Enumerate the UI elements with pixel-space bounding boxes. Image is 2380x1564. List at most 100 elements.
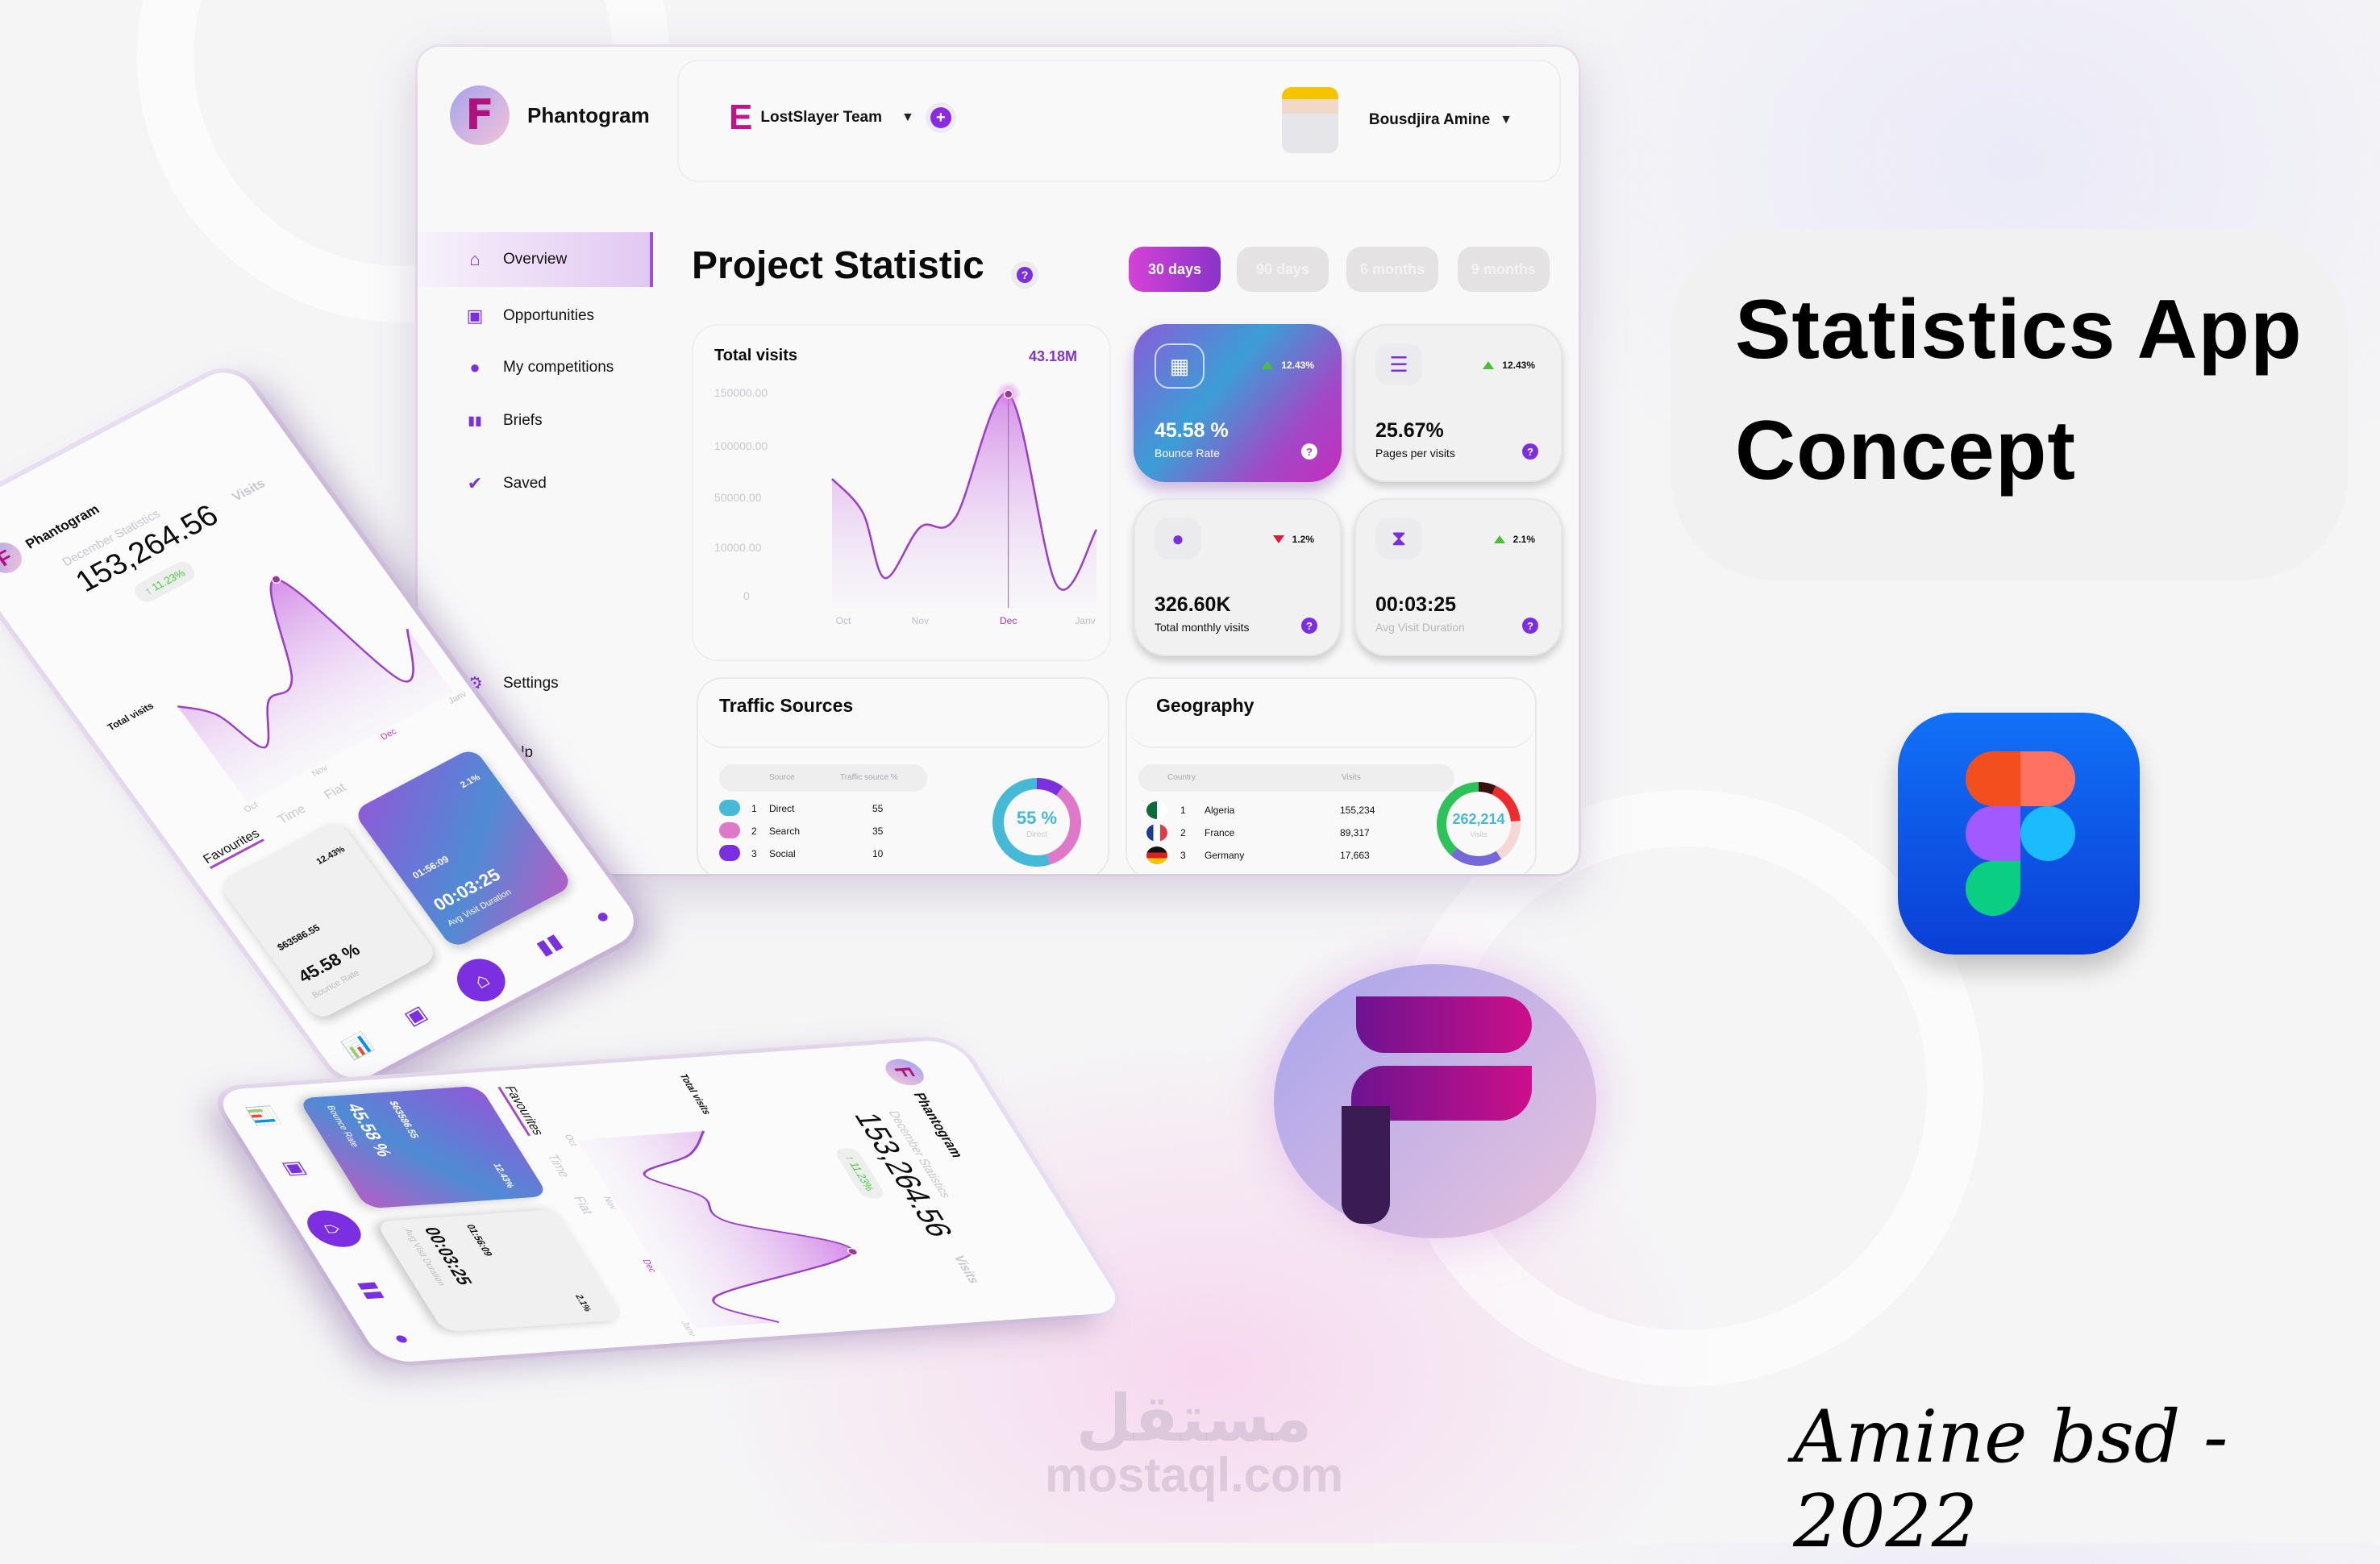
algeria-flag-icon (1146, 801, 1167, 819)
brand-name: Phantogram (527, 102, 650, 127)
stat-value: 25.67% (1375, 419, 1444, 442)
germany-flag-icon (1146, 846, 1167, 864)
stat-label: Bounce Rate (1155, 447, 1220, 460)
stat-card-bounce-rate[interactable]: ▦ 12.43% 45.58 % Bounce Rate ? (1134, 324, 1342, 482)
phantogram-logo-icon: F (0, 537, 29, 579)
help-icon: ? (1017, 267, 1033, 283)
home-icon[interactable]: ⌂ (298, 1208, 370, 1249)
home-icon[interactable]: ⌂ (447, 950, 515, 1009)
user-icon[interactable]: ● (589, 903, 615, 930)
stat-label: Pages per visits (1375, 447, 1455, 460)
add-team-button[interactable]: + (930, 107, 951, 128)
help-icon[interactable]: ? (1522, 618, 1538, 634)
chevron-down-icon[interactable]: ▼ (901, 110, 914, 125)
range-6-months[interactable]: 6 months (1346, 247, 1438, 292)
avatar[interactable] (1281, 87, 1338, 153)
y-tick-label: 0 (743, 589, 750, 602)
chart-plot: 150000.00 100000.00 50000.00 10000.00 0 Oct No… (714, 381, 1098, 626)
stat-label: Avg Visit Duration (1375, 621, 1465, 634)
peak-point (1003, 389, 1013, 399)
panel-header: Traffic Sources (698, 679, 1108, 748)
chart-icon[interactable]: 📊 (243, 1104, 283, 1127)
main-content: Project Statistic ? 30 days 90 days 6 mo… (677, 190, 1564, 874)
range-90-days[interactable]: 90 days (1237, 247, 1329, 292)
author-credit: Amine bsd - 2022 (1793, 1395, 2228, 1564)
geography-panel: Geography Country Visits 1 Algeria 155,2… (1126, 677, 1537, 874)
area-fill (832, 393, 1096, 608)
briefcase-gear-icon[interactable]: ▣ (278, 1159, 315, 1177)
sidebar-item-opportunities[interactable]: ▣ Opportunities (418, 289, 653, 343)
stat-label: Total monthly visits (1155, 621, 1250, 634)
briefcase-gear-icon[interactable]: ▣ (399, 1000, 431, 1030)
phantogram-app-logo-icon (1274, 964, 1596, 1238)
table-header: Country Visits (1138, 764, 1454, 792)
user-menu[interactable]: Bousdjira Amine ▼ (1281, 87, 1512, 153)
title-card: Statistics App Concept (1671, 229, 2348, 580)
team-name: LostSlayer Team (760, 109, 883, 126)
table-row[interactable]: 2 Search 35 (698, 822, 940, 843)
tab-time[interactable]: Time (276, 802, 310, 830)
phone-mockup-tilted: F Phantogram December Statistics 153,264.… (211, 1038, 1127, 1364)
chart-icon[interactable]: 📊 (339, 1029, 377, 1063)
presentation-chart-icon: ▦ (1155, 343, 1205, 389)
book-icon[interactable]: ▮▮ (353, 1280, 393, 1300)
browser-page-icon: ☰ (1375, 343, 1422, 385)
column-header: Source (769, 773, 795, 782)
x-tick-label: Oct (562, 1134, 580, 1146)
top-bar: E LostSlayer Team ▼ + Bousdjira Amine ▼ (677, 60, 1561, 182)
table-row[interactable]: 1 Direct 55 (698, 800, 940, 821)
sidebar-item-label: My competitions (503, 359, 614, 376)
help-icon[interactable]: ? (1301, 443, 1317, 460)
table-row[interactable]: 2 France 89,317 (1127, 824, 1401, 845)
phantogram-logo-icon: F (879, 1058, 930, 1087)
headline: Statistics App Concept (1735, 283, 2303, 497)
sidebar-item-label: Briefs (503, 412, 543, 429)
trend-down-icon (1272, 535, 1284, 543)
france-flag-icon (1146, 824, 1167, 842)
stat-card-avg-visit-duration[interactable]: ⧗ 2.1% 00:03:25 Avg Visit Duration ? (1354, 498, 1562, 656)
sidebar-item-my-competitions[interactable]: ● My competitions (418, 340, 653, 395)
help-icon[interactable]: ? (1301, 618, 1317, 634)
y-tick-label: 150000.00 (714, 386, 768, 399)
user-icon: ● (1155, 518, 1201, 559)
stat-value: 326.60K (1155, 593, 1231, 616)
range-30-days[interactable]: 30 days (1129, 247, 1221, 292)
table-row[interactable]: 3 Social 10 (698, 845, 940, 866)
user-icon: ● (469, 357, 481, 377)
column-header: Traffic source % (840, 773, 898, 782)
mobile-unit: Visits (950, 1254, 982, 1284)
sidebar-item-label: Overview (503, 251, 568, 268)
column-header: Country (1167, 773, 1196, 782)
legend-swatch (719, 845, 740, 861)
sidebar-item-saved[interactable]: ✔ Saved (418, 456, 653, 511)
team-selector[interactable]: E LostSlayer Team ▼ + (729, 100, 951, 135)
trend-up-icon (1262, 361, 1274, 369)
brand[interactable]: F Phantogram (450, 85, 650, 145)
chevron-down-icon[interactable]: ▼ (1500, 113, 1512, 127)
tab-time[interactable]: Time (540, 1154, 572, 1178)
phantogram-logo-icon: F (450, 85, 510, 145)
user-icon[interactable]: ● (386, 1333, 419, 1345)
x-tick-label: Oct (836, 615, 851, 626)
stat-value: 00:03:25 (1375, 593, 1457, 616)
stat-card-total-monthly-visits[interactable]: ● 1.2% 326.60K Total monthly visits ? (1134, 498, 1342, 656)
book-icon[interactable]: ▮▮ (531, 929, 567, 960)
tab-fiat[interactable]: Fiat (322, 781, 351, 805)
tab-fiat[interactable]: Fiat (567, 1196, 596, 1215)
sidebar-item-overview[interactable]: ⌂ Overview (418, 232, 653, 287)
trend-up-icon (1483, 361, 1495, 369)
donut-value: 262,214 (1452, 811, 1505, 827)
sidebar-item-briefs[interactable]: ▮▮ Briefs (418, 393, 653, 448)
donut-value: 55 % (1016, 808, 1058, 828)
donut-label: Visits (1470, 830, 1488, 838)
help-button[interactable]: ? (1011, 261, 1038, 289)
sidebar-item-label: Settings (503, 675, 559, 692)
table-row[interactable]: 1 Algeria 155,234 (1127, 801, 1401, 822)
range-9-months[interactable]: 9 months (1458, 247, 1550, 292)
help-icon[interactable]: ? (1522, 443, 1538, 460)
panel-header: Geography (1127, 679, 1535, 748)
stat-card-pages-per-visits[interactable]: ☰ 12.43% 25.67% Pages per visits ? (1354, 324, 1562, 482)
page-title: Project Statistic (692, 244, 984, 287)
table-row[interactable]: 3 Germany 17,663 (1127, 846, 1401, 867)
saved-file-icon: ✔ (467, 473, 483, 493)
